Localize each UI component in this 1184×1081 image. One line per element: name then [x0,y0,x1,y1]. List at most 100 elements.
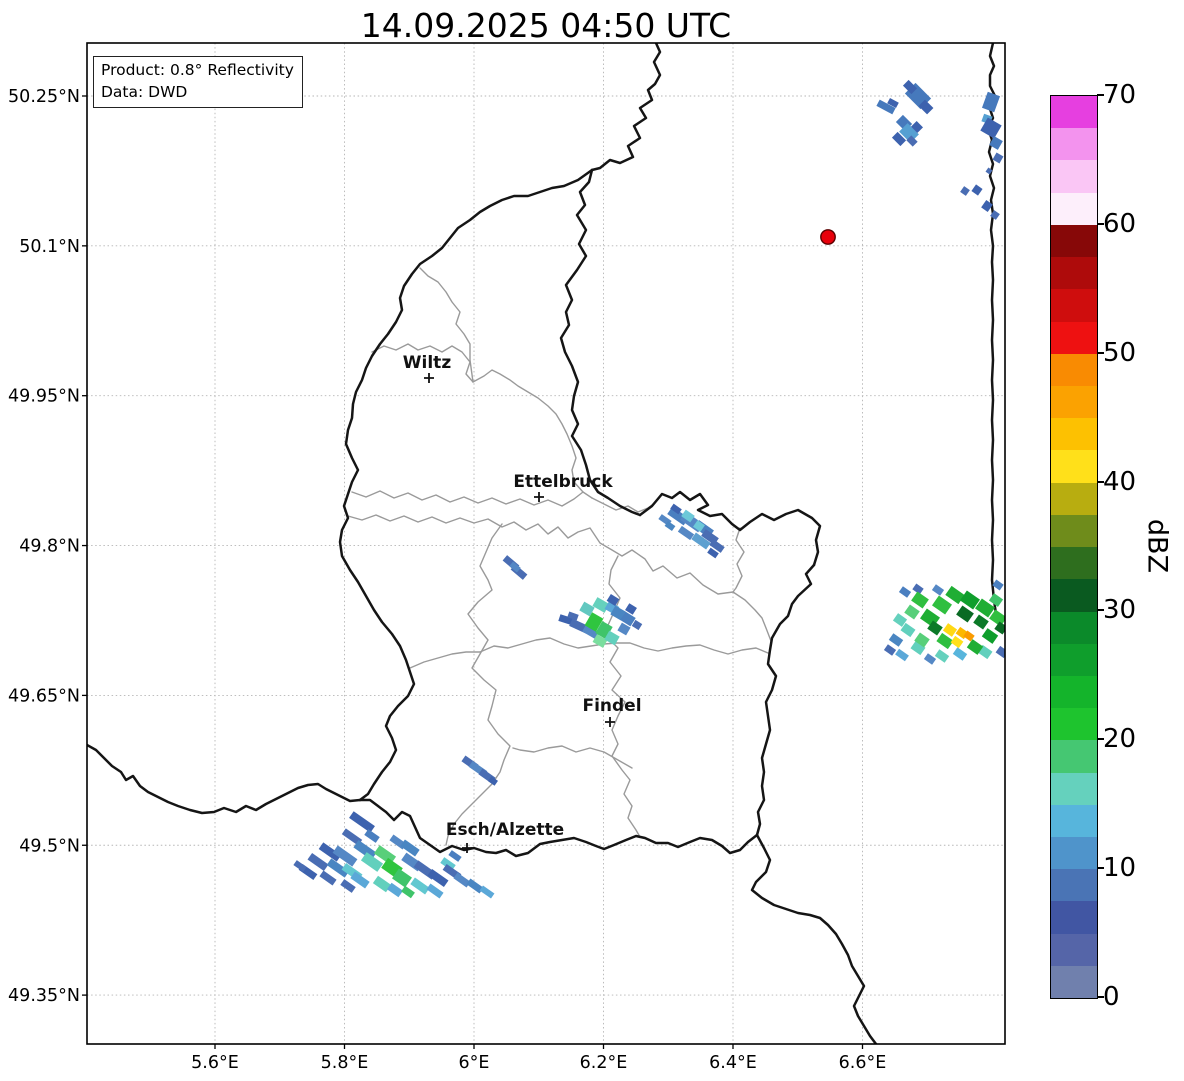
border-france-belgium [87,743,362,815]
echo-cell [401,885,415,899]
echo-cluster-small-streak-south [461,755,498,786]
radar-figure: { "title": "14.09.2025 04:50 UTC", "info… [0,0,1184,1081]
echo-cell [883,644,897,656]
x-tick-label: 6.4°E [709,1053,757,1073]
city-plus-marker [462,843,472,853]
colorbar-segment [1051,450,1097,483]
border-belgium-germany [590,43,662,172]
border-our-river [559,168,642,517]
y-tick-label: 50.25°N [8,87,80,107]
colorbar-segment [1051,547,1097,580]
colorbar-segment [1051,321,1097,354]
echo-cell [898,586,912,598]
product-info-box: Product: 0.8° Reflectivity Data: DWD [93,56,303,108]
colorbar-segment [1051,772,1097,805]
city-plus-marker [534,492,544,502]
echo-cell [307,852,329,872]
colorbar-segment [1051,385,1097,419]
echo-cluster-northeast-specks [876,79,1004,220]
echo-cell [349,811,375,833]
colorbar-segment [1051,224,1097,258]
colorbar-tick-label: 40 [1103,466,1137,497]
city-label: Findel [582,696,641,716]
colorbar-segment [1051,901,1097,934]
echo-cell [479,885,495,899]
echo-cell [677,525,695,541]
colorbar-segment [1051,96,1097,129]
colorbar-tick-mark [1097,738,1104,741]
echo-cluster-east-cluster [658,503,725,559]
echo-cell [448,850,462,862]
echo-cell [973,614,989,630]
colorbar-segment [1051,708,1097,741]
echo-cell [992,152,1004,164]
colorbar-segment [1051,579,1097,612]
colorbar-tick-mark [1097,867,1104,870]
echo-cell [319,870,337,886]
echo-cell [950,635,964,649]
echo-cell [995,645,1005,659]
colorbar-segment [1051,482,1097,515]
echo-cell [971,184,983,196]
colorbar-segment [1051,353,1097,386]
colorbar-segment [1051,869,1097,902]
y-tick-label: 50.1°N [19,237,80,257]
colorbar-segment [1051,192,1097,225]
district-border [409,637,769,669]
colorbar-segment [1051,418,1097,451]
echo-cell [942,623,958,637]
colorbar-segment [1051,804,1097,838]
echo-cell [426,883,444,899]
echo-cell [981,628,999,644]
district-border [351,490,584,507]
y-tick-label: 49.8°N [19,537,80,557]
plot-frame [86,42,1006,1045]
echo-cell [952,647,968,661]
border-france-germany [750,833,878,1044]
y-tick-label: 49.35°N [8,986,80,1006]
city-label: Ettelbruck [513,472,613,492]
colorbar-tick-mark [1097,94,1104,96]
echo-cluster-central-cluster [558,593,643,648]
colorbar-segment [1051,643,1097,676]
echo-cell [931,584,945,596]
radar-site-dot [820,229,836,245]
echo-cell [934,649,950,663]
district-border [445,523,511,846]
colorbar-tick-label: 0 [1103,982,1120,1012]
colorbar [1050,95,1098,999]
echo-cluster-east-storm [883,579,1005,665]
colorbar-segment [1051,128,1097,161]
data-source-line: Data: DWD [101,83,188,101]
x-tick-label: 6.6°E [839,1053,887,1073]
district-border [512,745,633,769]
colorbar-segment [1051,740,1097,773]
echo-cell [911,591,929,609]
city-plus-marker [424,373,434,383]
colorbar-tick-mark [1097,222,1104,225]
colorbar-segment [1051,837,1097,870]
echo-cell [888,633,904,647]
x-tick-label: 5.8°E [321,1053,369,1073]
echo-cell [400,839,420,857]
district-border [732,527,745,593]
city-label: Esch/Alzette [446,820,564,840]
echo-cell [923,653,937,665]
colorbar-segment [1051,289,1097,322]
colorbar-tick-label: 50 [1103,337,1137,368]
colorbar-tick-label: 30 [1103,595,1137,626]
colorbar-tick-mark [1097,996,1104,998]
y-tick-label: 49.95°N [8,387,80,407]
colorbar-segment [1051,675,1097,709]
map-canvas: 5.6°E 5.8°E 6°E 6.2°E 6.4°E 6.6°E 50.25°N 50.1°… [8,42,1006,1073]
colorbar-unit-label: dBZ [1141,518,1173,574]
x-tick-label: 6°E [459,1053,490,1073]
colorbar-tick-mark [1097,480,1104,483]
echo-cell [340,879,356,893]
y-tick-label: 49.65°N [8,686,80,706]
echo-cell [904,604,920,620]
colorbar-segment [1051,933,1097,966]
echo-cell [981,91,1001,113]
border-moselle-river [755,563,816,837]
colorbar-tick-label: 60 [1103,208,1137,239]
